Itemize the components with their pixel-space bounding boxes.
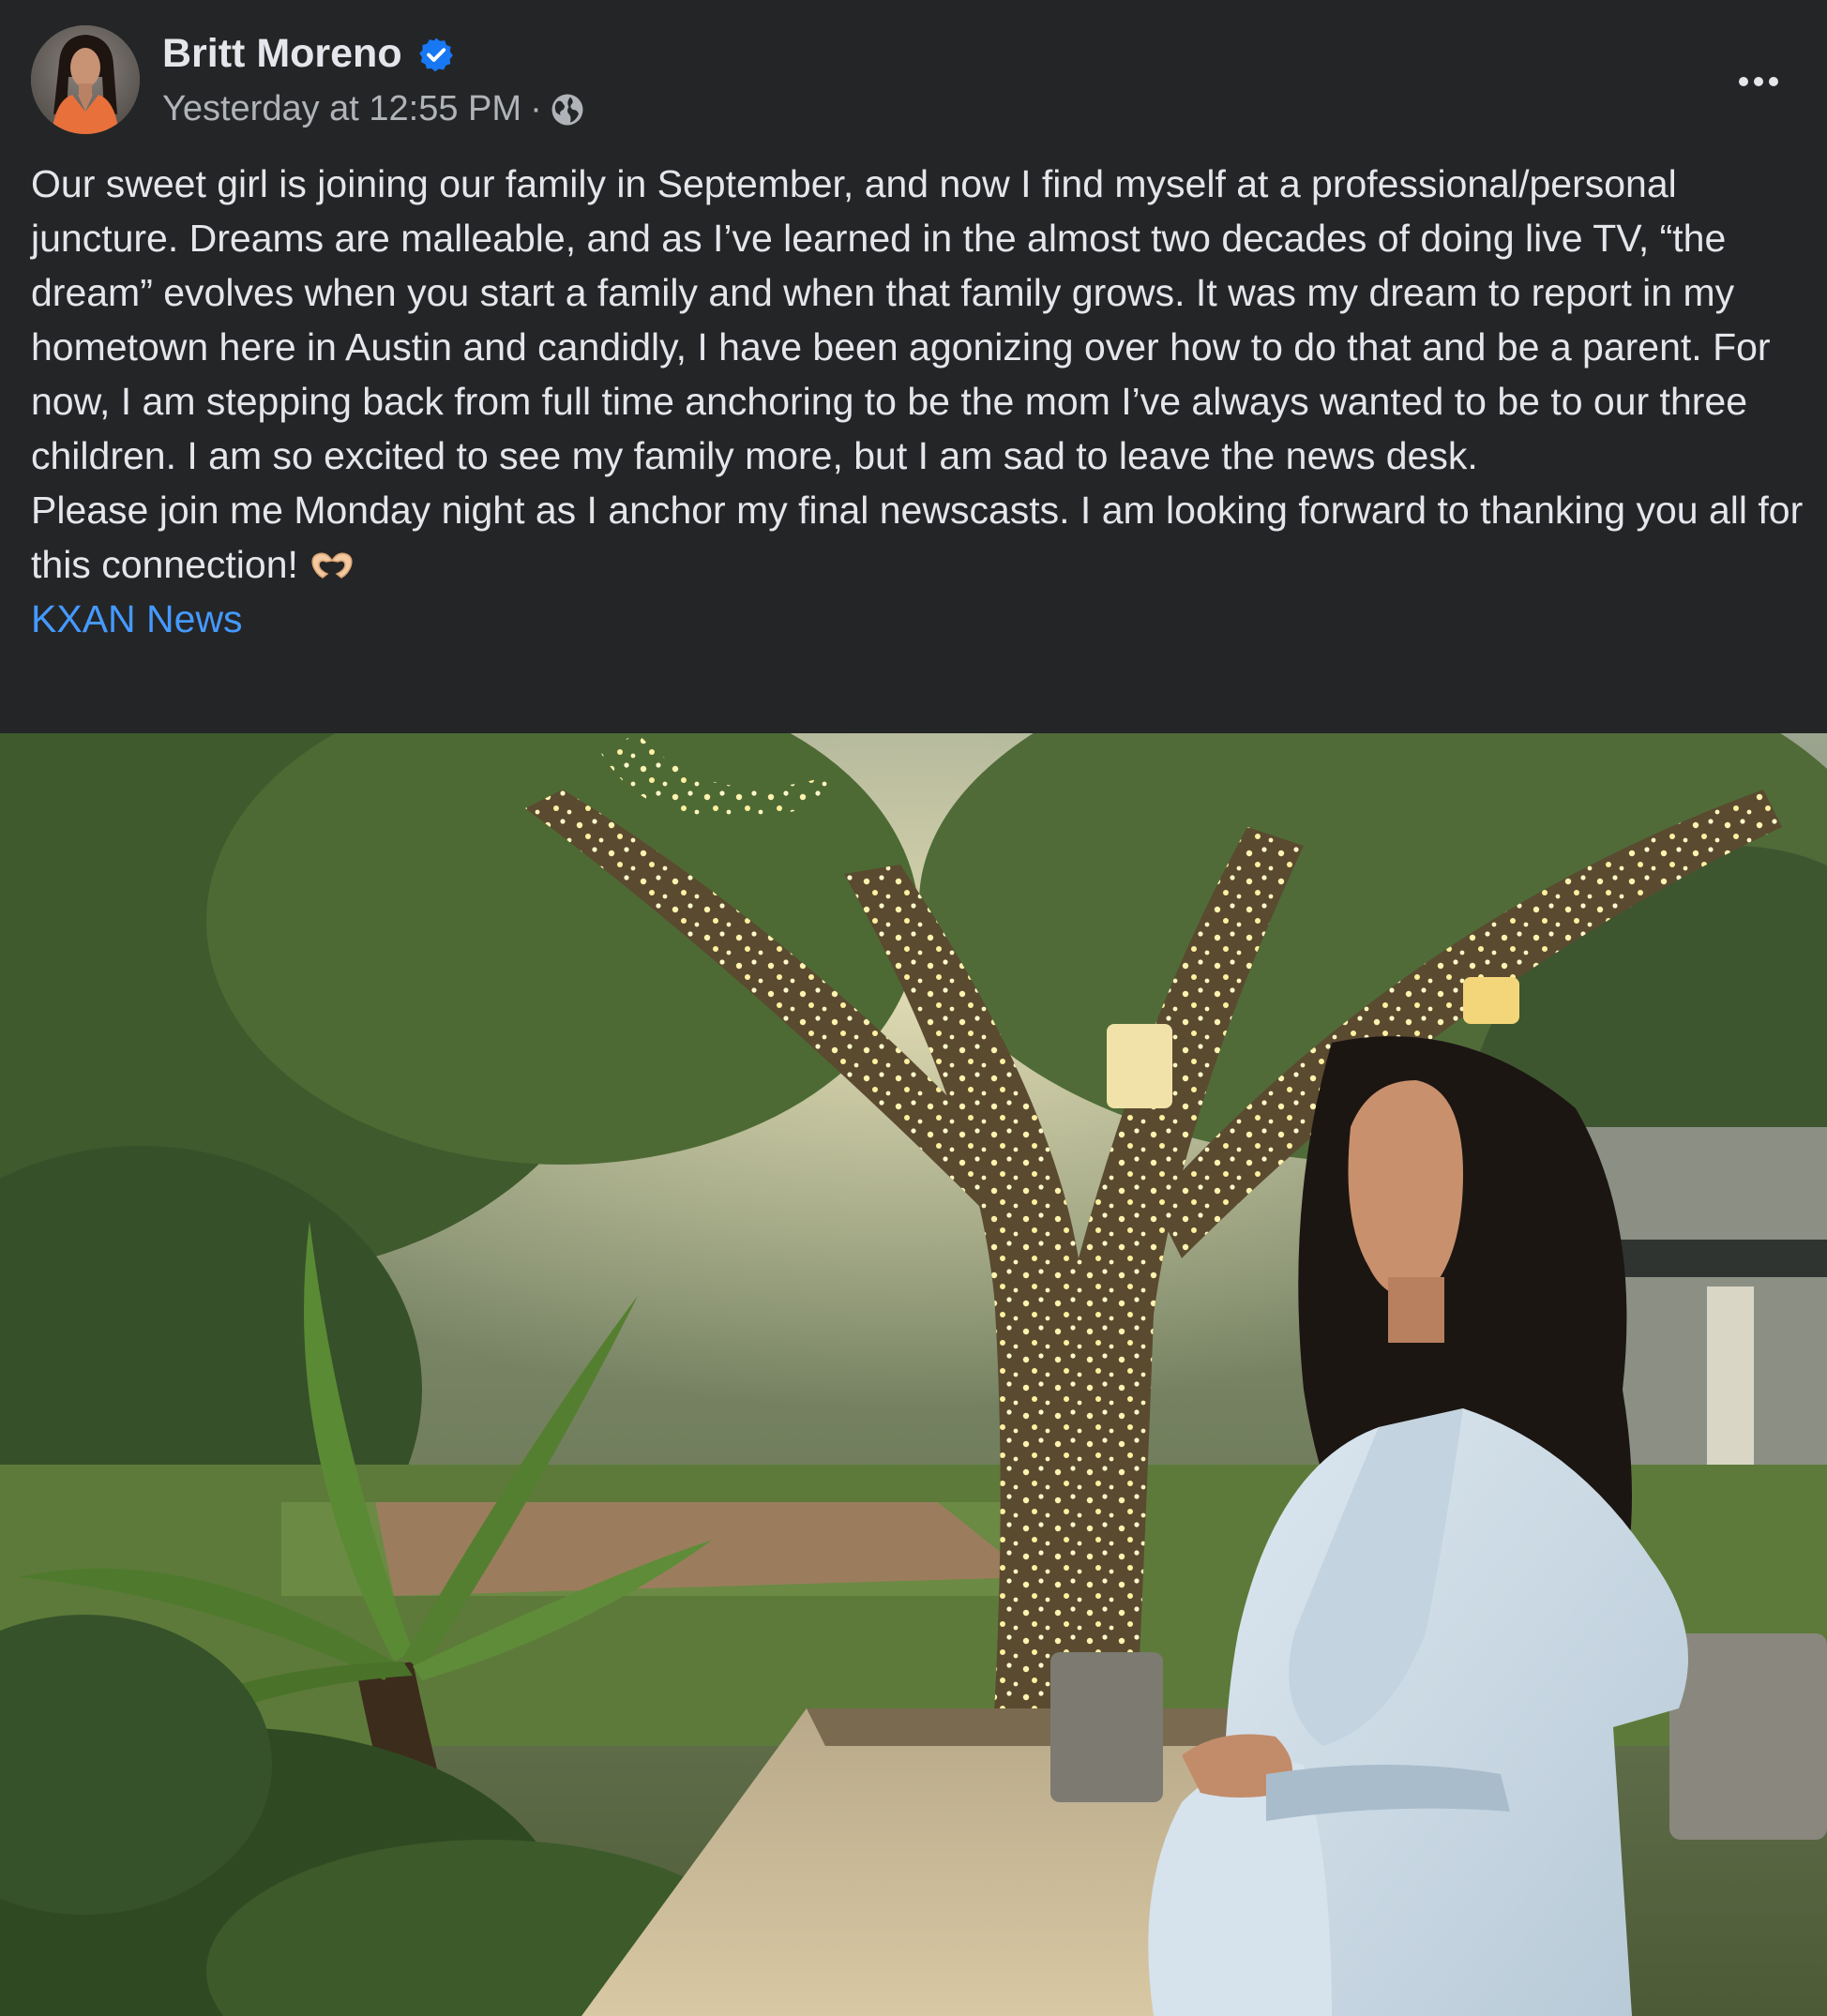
post-header: Britt Moreno Yesterday at 12:55 PM · bbox=[31, 25, 1796, 138]
ellipsis-dot bbox=[1754, 77, 1763, 86]
verified-badge-icon bbox=[419, 38, 453, 72]
heart-hands-icon bbox=[311, 552, 353, 579]
avatar-image bbox=[31, 25, 140, 134]
post-photo[interactable] bbox=[0, 733, 1827, 2016]
author-name[interactable]: Britt Moreno bbox=[162, 31, 402, 77]
post-paragraph-2: Please join me Monday night as I anchor … bbox=[31, 483, 1804, 592]
more-options-button[interactable] bbox=[1721, 63, 1796, 100]
post-paragraph-text: Please join me Monday night as I anchor … bbox=[31, 489, 1814, 586]
meta-separator: · bbox=[530, 89, 542, 128]
globe-icon[interactable] bbox=[551, 93, 584, 127]
post-photo-image bbox=[0, 733, 1827, 2016]
post-body: Our sweet girl is joining our family in … bbox=[31, 157, 1804, 646]
facebook-post: Britt Moreno Yesterday at 12:55 PM · Our… bbox=[0, 0, 1827, 2016]
tag-link-kxan-news[interactable]: KXAN News bbox=[31, 592, 243, 646]
avatar[interactable] bbox=[31, 25, 140, 134]
ellipsis-icon bbox=[1739, 77, 1748, 86]
ellipsis-dot bbox=[1769, 77, 1778, 86]
post-paragraph: Our sweet girl is joining our family in … bbox=[31, 162, 1781, 477]
post-timestamp[interactable]: Yesterday at 12:55 PM bbox=[162, 89, 521, 129]
post-meta: Yesterday at 12:55 PM · bbox=[162, 89, 584, 129]
